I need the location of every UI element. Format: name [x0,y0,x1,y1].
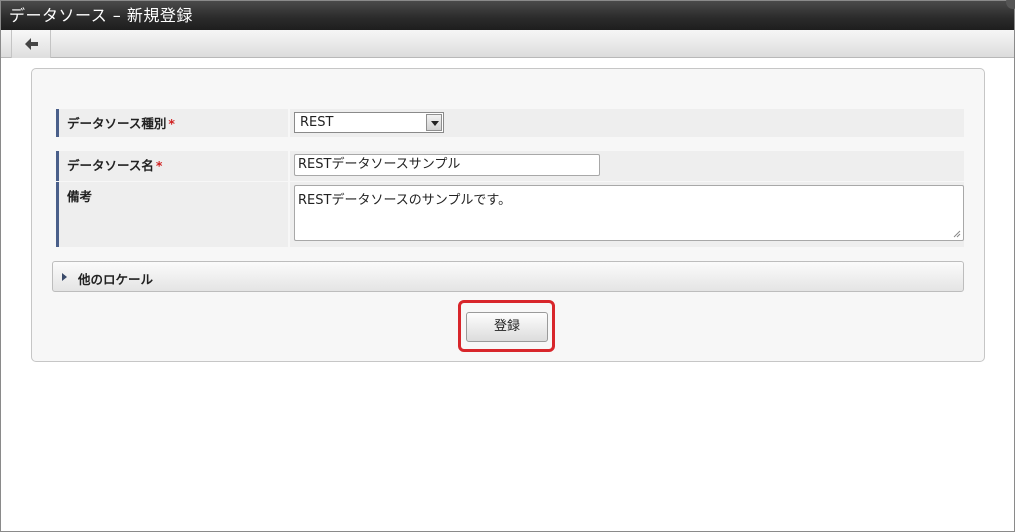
toolbar [1,30,1014,58]
note-textarea[interactable]: RESTデータソースのサンプルです。 [294,185,964,241]
row-datasource-type: データソース種別 * REST [56,109,964,137]
register-button[interactable]: 登録 [466,312,548,342]
datasource-name-label: データソース名 * [56,151,288,181]
note-label: 備考 [56,182,288,247]
row-note: 備考 RESTデータソースのサンプルです。 [56,182,964,247]
triangle-right-icon [62,273,67,281]
form-panel: データソース種別 * REST データソース名 * RESTデータソースサンプル 備… [31,68,985,362]
required-mark: * [155,158,163,173]
arrow-left-icon [25,38,38,50]
datasource-type-label: データソース種別 * [56,109,288,137]
datasource-type-select[interactable]: REST [294,112,444,133]
datasource-name-cell: RESTデータソースサンプル [290,151,964,181]
row-datasource-name: データソース名 * RESTデータソースサンプル [56,151,964,181]
resize-grip-icon[interactable] [953,230,961,238]
back-button[interactable] [11,30,51,58]
window-corner [1006,0,1015,9]
required-mark: * [168,116,175,131]
title-bar: データソース – 新規登録 [1,0,1015,30]
window-title: データソース – 新規登録 [9,6,193,25]
datasource-name-input[interactable]: RESTデータソースサンプル [294,154,600,176]
app-window: データソース – 新規登録 データソース種別* REST データソース名* [0,0,1015,532]
note-cell: RESTデータソースのサンプルです。 [290,182,964,247]
datasource-type-cell: REST [290,109,964,137]
datasource-type-selected: REST [300,115,334,130]
other-locale-label: 他のロケール [78,272,154,287]
chevron-down-icon[interactable] [426,114,442,131]
other-locale-toggle[interactable]: 他のロケール [52,261,964,292]
note-text: RESTデータソースのサンプルです。 [298,193,512,208]
